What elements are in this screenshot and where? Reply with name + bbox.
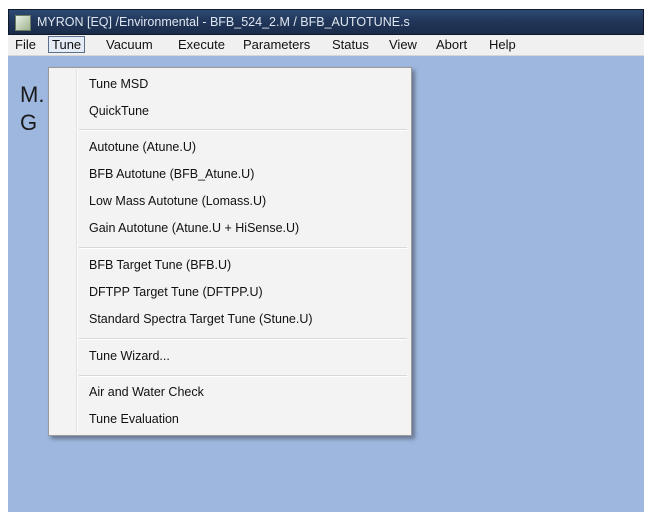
menu-item-tune-msd[interactable]: Tune MSD (89, 77, 148, 91)
window-title: MYRON [EQ] /Environmental - BFB_524_2.M … (37, 15, 410, 29)
tune-dropdown-menu: Tune MSD QuickTune Autotune (Atune.U) BF… (48, 67, 412, 436)
menu-help[interactable]: Help (486, 37, 519, 52)
menu-abort[interactable]: Abort (433, 37, 470, 52)
menu-separator (79, 338, 407, 340)
menu-separator (79, 247, 407, 249)
menu-status[interactable]: Status (329, 37, 372, 52)
menu-item-dftpp-target-tune[interactable]: DFTPP Target Tune (DFTPP.U) (89, 285, 263, 299)
menu-item-tune-evaluation[interactable]: Tune Evaluation (89, 412, 179, 426)
content-text-line-1: M. (20, 82, 45, 107)
menu-execute[interactable]: Execute (175, 37, 228, 52)
content-text-line-2: G (20, 110, 38, 135)
menu-view[interactable]: View (386, 37, 420, 52)
menu-item-autotune[interactable]: Autotune (Atune.U) (89, 140, 196, 154)
menu-item-bfb-target-tune[interactable]: BFB Target Tune (BFB.U) (89, 258, 231, 272)
menu-item-low-mass-autotune[interactable]: Low Mass Autotune (Lomass.U) (89, 194, 266, 208)
menu-separator (79, 375, 407, 377)
menu-file[interactable]: File (12, 37, 39, 52)
title-bar[interactable]: MYRON [EQ] /Environmental - BFB_524_2.M … (8, 9, 644, 35)
menu-tune[interactable]: Tune (48, 36, 86, 53)
menu-vacuum[interactable]: Vacuum (103, 37, 156, 52)
menu-parameters[interactable]: Parameters (240, 37, 313, 52)
menu-separator (79, 129, 407, 131)
menu-item-quicktune[interactable]: QuickTune (89, 104, 149, 118)
menu-gutter (76, 70, 78, 433)
menu-item-gain-autotune[interactable]: Gain Autotune (Atune.U + HiSense.U) (89, 221, 299, 235)
menu-item-standard-spectra-target-tune[interactable]: Standard Spectra Target Tune (Stune.U) (89, 312, 313, 326)
menu-item-tune-wizard[interactable]: Tune Wizard... (89, 349, 170, 363)
menu-item-air-water-check[interactable]: Air and Water Check (89, 385, 204, 399)
menu-bar: File Tune Vacuum Execute Parameters Stat… (8, 35, 644, 56)
menu-item-bfb-autotune[interactable]: BFB Autotune (BFB_Atune.U) (89, 167, 254, 181)
app-icon[interactable] (15, 15, 31, 31)
